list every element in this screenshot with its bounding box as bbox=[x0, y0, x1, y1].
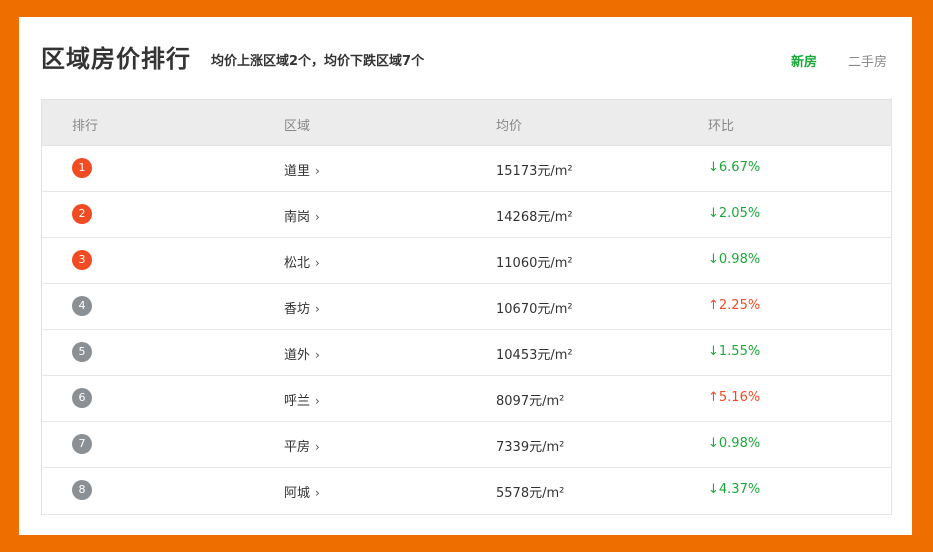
chevron-right-icon: › bbox=[315, 348, 320, 362]
chevron-right-icon: › bbox=[315, 394, 320, 408]
area-name: 南岗 bbox=[284, 210, 311, 225]
month-over-month-change: ↓6.67% bbox=[708, 160, 761, 175]
area-name: 香坊 bbox=[284, 302, 311, 317]
rank-badge: 2 bbox=[72, 204, 92, 224]
area-link[interactable]: 道外 › bbox=[284, 344, 320, 363]
area-link[interactable]: 道里 › bbox=[284, 160, 320, 179]
ranking-table: 排行 区域 均价 环比 1 道里 › 15173元/m² ↓6.67% 2 南岗 › 14268… bbox=[41, 99, 892, 515]
table-row: 4 香坊 › 10670元/m² ↑2.25% bbox=[42, 284, 891, 330]
area-link[interactable]: 平房 › bbox=[284, 436, 320, 455]
month-over-month-change: ↓1.55% bbox=[708, 344, 761, 359]
rank-badge: 6 bbox=[72, 388, 92, 408]
card-header: 区域房价排行 均价上涨区域2个，均价下跌区域7个 新房 二手房 bbox=[19, 17, 912, 97]
rank-badge: 4 bbox=[72, 296, 92, 316]
rank-badge: 7 bbox=[72, 434, 92, 454]
area-name: 呼兰 bbox=[284, 394, 311, 409]
column-header-price: 均价 bbox=[496, 119, 523, 134]
column-header-rank: 排行 bbox=[72, 119, 99, 134]
chevron-right-icon: › bbox=[315, 486, 320, 500]
area-name: 道里 bbox=[284, 164, 311, 179]
tab-second-hand-house[interactable]: 二手房 bbox=[848, 51, 887, 70]
chevron-right-icon: › bbox=[315, 164, 320, 178]
month-over-month-change: ↓0.98% bbox=[708, 252, 761, 267]
rank-badge: 8 bbox=[72, 480, 92, 500]
month-over-month-change: ↑2.25% bbox=[708, 298, 761, 313]
rank-badge: 5 bbox=[72, 342, 92, 362]
rank-badge: 1 bbox=[72, 158, 92, 178]
area-link[interactable]: 阿城 › bbox=[284, 482, 320, 501]
tab-new-house[interactable]: 新房 bbox=[791, 51, 817, 70]
average-price: 11060元/m² bbox=[496, 256, 573, 271]
area-link[interactable]: 南岗 › bbox=[284, 206, 320, 225]
table-row: 5 道外 › 10453元/m² ↓1.55% bbox=[42, 330, 891, 376]
chevron-right-icon: › bbox=[315, 440, 320, 454]
area-link[interactable]: 香坊 › bbox=[284, 298, 320, 317]
ranking-summary: 均价上涨区域2个，均价下跌区域7个 bbox=[211, 54, 425, 69]
table-row: 8 阿城 › 5578元/m² ↓4.37% bbox=[42, 468, 891, 514]
chevron-right-icon: › bbox=[315, 256, 320, 270]
average-price: 14268元/m² bbox=[496, 210, 573, 225]
month-over-month-change: ↓4.37% bbox=[708, 482, 761, 497]
ranking-card: 区域房价排行 均价上涨区域2个，均价下跌区域7个 新房 二手房 排行 区域 均价… bbox=[19, 17, 912, 535]
area-link[interactable]: 呼兰 › bbox=[284, 390, 320, 409]
average-price: 5578元/m² bbox=[496, 486, 565, 501]
table-row: 3 松北 › 11060元/m² ↓0.98% bbox=[42, 238, 891, 284]
rank-badge: 3 bbox=[72, 250, 92, 270]
chevron-right-icon: › bbox=[315, 210, 320, 224]
chevron-right-icon: › bbox=[315, 302, 320, 316]
table-header: 排行 区域 均价 环比 bbox=[42, 100, 891, 146]
month-over-month-change: ↓2.05% bbox=[708, 206, 761, 221]
month-over-month-change: ↑5.16% bbox=[708, 390, 761, 405]
area-name: 道外 bbox=[284, 348, 311, 363]
table-body: 1 道里 › 15173元/m² ↓6.67% 2 南岗 › 14268元/m² ↓2.05% 3 松… bbox=[42, 146, 891, 514]
average-price: 7339元/m² bbox=[496, 440, 565, 455]
average-price: 15173元/m² bbox=[496, 164, 573, 179]
column-header-area: 区域 bbox=[284, 119, 311, 134]
table-row: 7 平房 › 7339元/m² ↓0.98% bbox=[42, 422, 891, 468]
month-over-month-change: ↓0.98% bbox=[708, 436, 761, 451]
area-link[interactable]: 松北 › bbox=[284, 252, 320, 271]
area-name: 阿城 bbox=[284, 486, 311, 501]
average-price: 10453元/m² bbox=[496, 348, 573, 363]
page-title: 区域房价排行 bbox=[41, 45, 191, 73]
column-header-change: 环比 bbox=[708, 119, 735, 134]
average-price: 10670元/m² bbox=[496, 302, 573, 317]
average-price: 8097元/m² bbox=[496, 394, 565, 409]
area-name: 平房 bbox=[284, 440, 311, 455]
table-row: 1 道里 › 15173元/m² ↓6.67% bbox=[42, 146, 891, 192]
area-name: 松北 bbox=[284, 256, 311, 271]
table-row: 2 南岗 › 14268元/m² ↓2.05% bbox=[42, 192, 891, 238]
table-row: 6 呼兰 › 8097元/m² ↑5.16% bbox=[42, 376, 891, 422]
